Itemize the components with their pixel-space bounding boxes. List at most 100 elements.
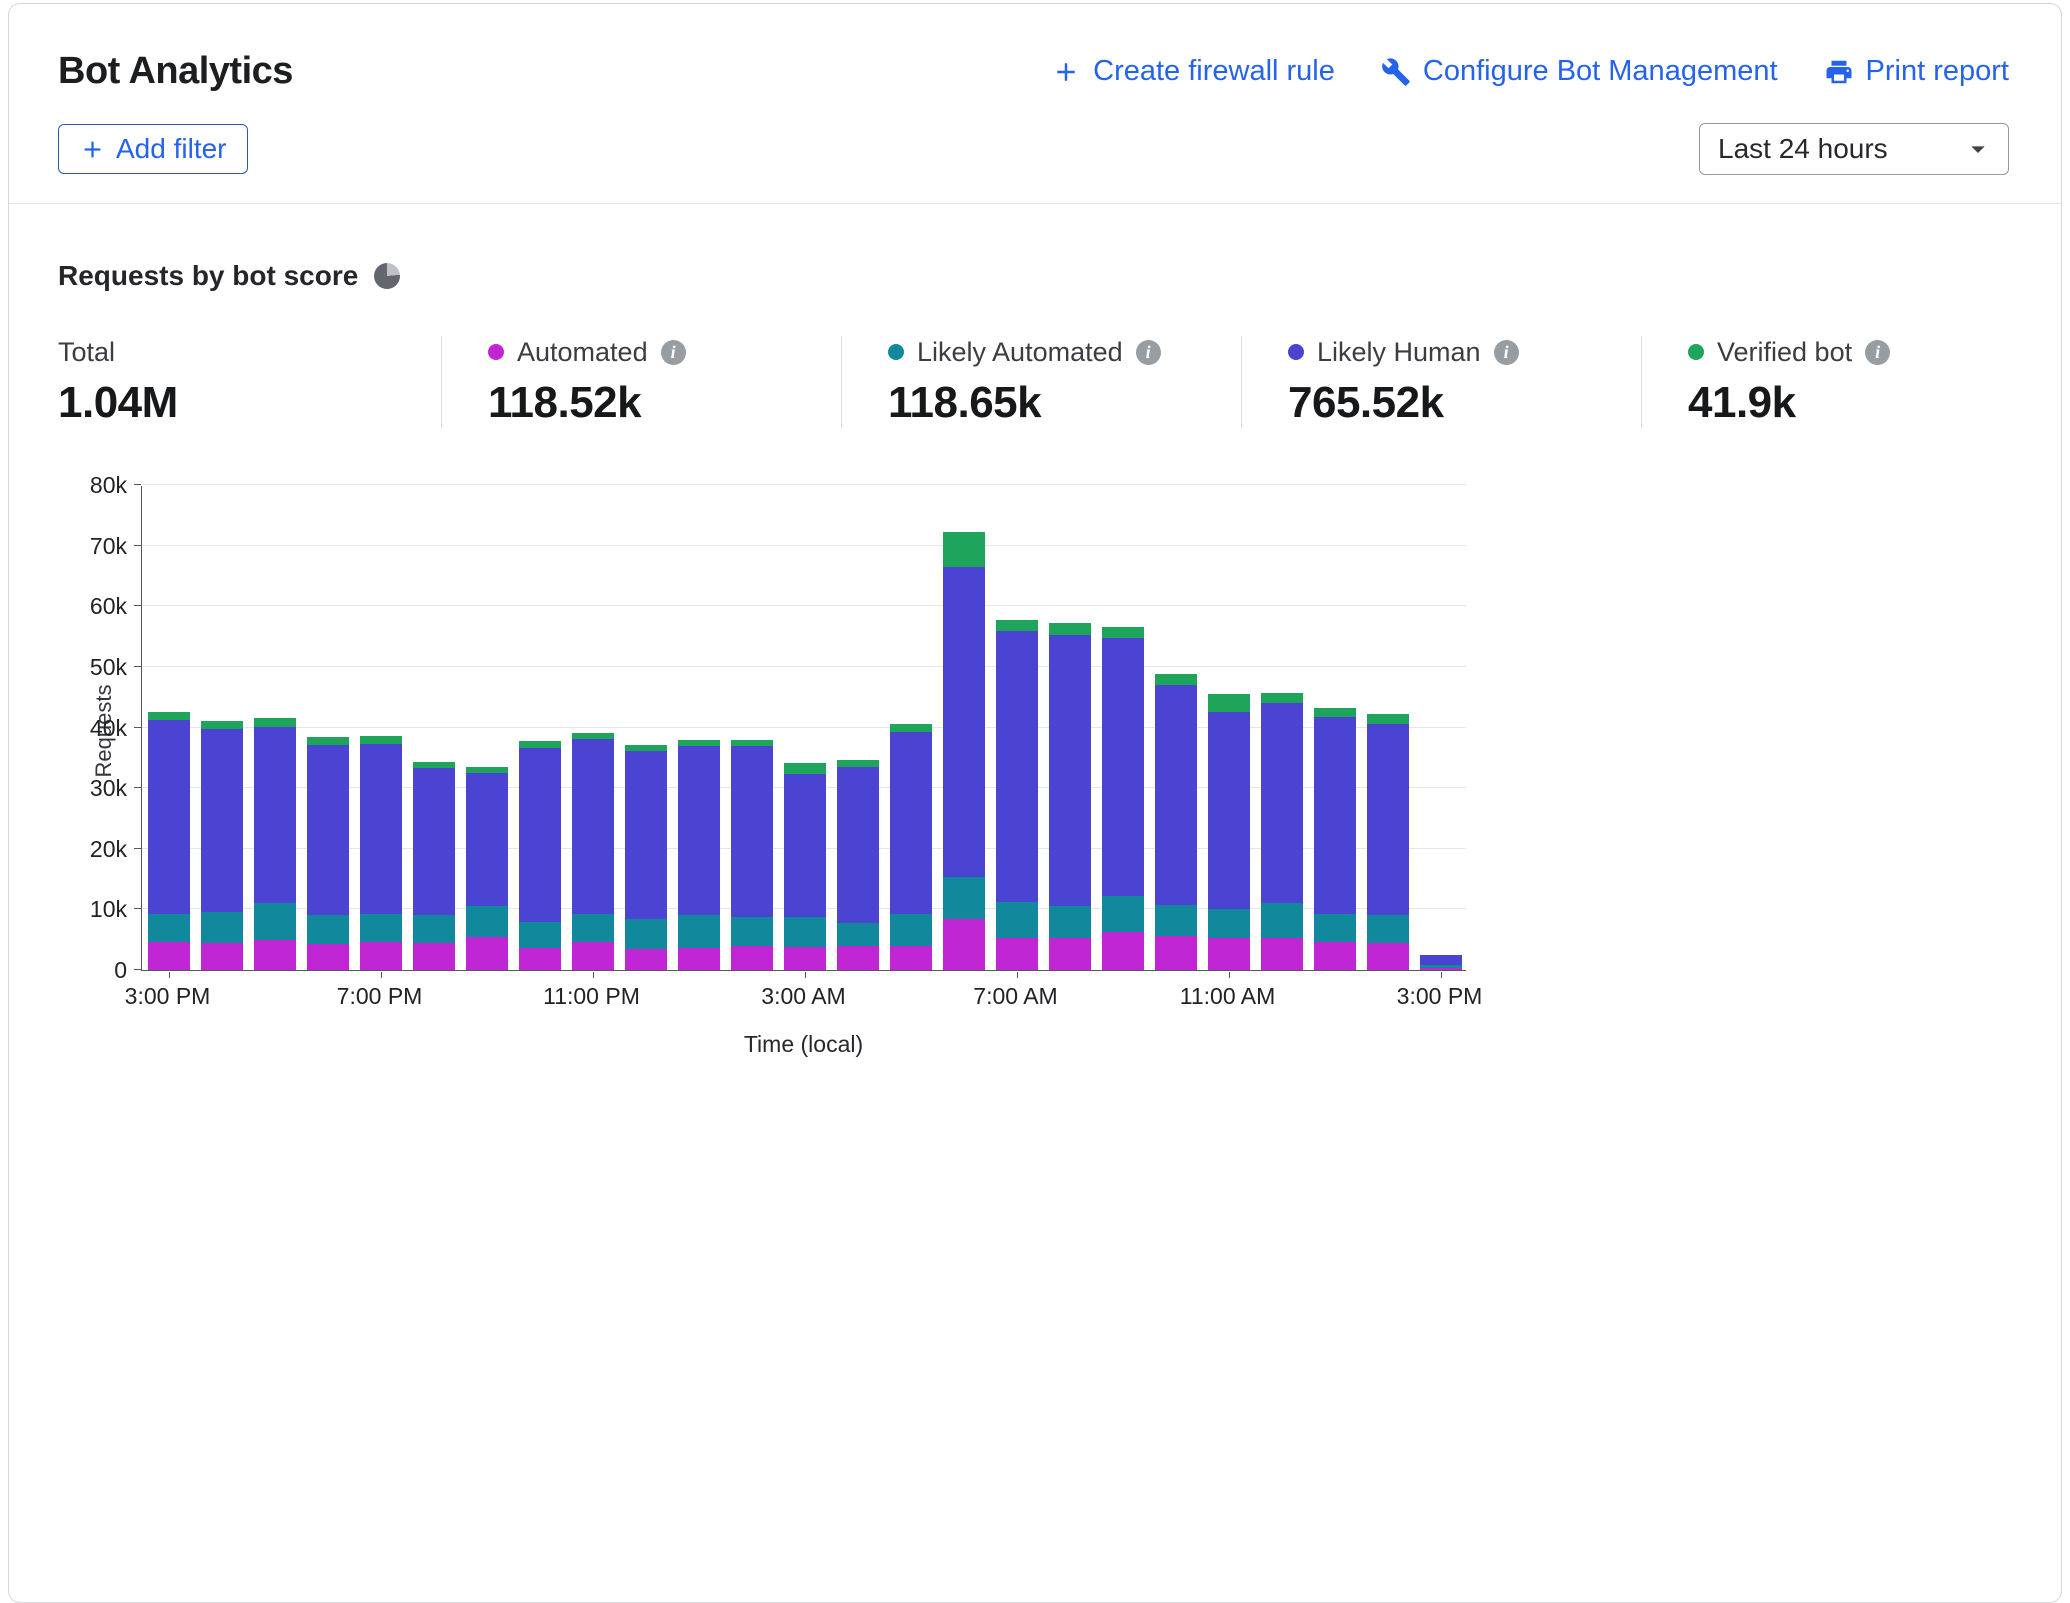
stacked-bar[interactable] (678, 740, 720, 970)
bar-segment-verified-bot[interactable] (148, 712, 190, 720)
bar-segment-verified-bot[interactable] (201, 721, 243, 729)
configure-bot-management-link[interactable]: Configure Bot Management (1381, 55, 1778, 88)
info-icon[interactable] (661, 340, 686, 365)
bar-segment-likely-human[interactable] (996, 631, 1038, 902)
bar-segment-verified-bot[interactable] (837, 760, 879, 767)
bar-segment-likely-automated[interactable] (1367, 915, 1409, 942)
bar-segment-likely-automated[interactable] (466, 906, 508, 938)
bar-segment-likely-human[interactable] (519, 748, 561, 922)
bar-segment-likely-human[interactable] (1420, 955, 1462, 965)
stacked-bar[interactable] (466, 767, 508, 970)
bar-segment-automated[interactable] (148, 942, 190, 970)
bar-segment-likely-human[interactable] (678, 746, 720, 916)
bar-segment-automated[interactable] (466, 937, 508, 970)
bar-segment-likely-human[interactable] (1261, 703, 1303, 903)
bar-segment-likely-automated[interactable] (519, 922, 561, 948)
bar-segment-automated[interactable] (572, 942, 614, 970)
bar-segment-likely-human[interactable] (1102, 638, 1144, 896)
bar-segment-likely-automated[interactable] (1261, 903, 1303, 938)
bar-segment-verified-bot[interactable] (1367, 714, 1409, 725)
bar-segment-likely-automated[interactable] (572, 914, 614, 942)
bar-segment-likely-automated[interactable] (1208, 909, 1250, 937)
stacked-bar[interactable] (519, 741, 561, 970)
bar-segment-likely-human[interactable] (837, 767, 879, 923)
stacked-bar[interactable] (1049, 623, 1091, 970)
bar-segment-verified-bot[interactable] (1261, 693, 1303, 703)
bar-segment-likely-human[interactable] (254, 727, 296, 903)
bar-segment-likely-automated[interactable] (413, 915, 455, 942)
bar-segment-verified-bot[interactable] (943, 532, 985, 567)
bar-segment-automated[interactable] (201, 943, 243, 970)
bar-segment-likely-automated[interactable] (1314, 914, 1356, 942)
bar-segment-likely-automated[interactable] (943, 877, 985, 919)
bar-segment-verified-bot[interactable] (254, 718, 296, 727)
bar-segment-likely-human[interactable] (1367, 724, 1409, 915)
bar-segment-automated[interactable] (1314, 942, 1356, 970)
bar-segment-automated[interactable] (254, 940, 296, 970)
bar-segment-automated[interactable] (837, 946, 879, 970)
bar-segment-likely-human[interactable] (466, 773, 508, 906)
bar-segment-likely-automated[interactable] (201, 912, 243, 942)
bar-segment-automated[interactable] (996, 938, 1038, 970)
bar-segment-likely-human[interactable] (572, 739, 614, 914)
info-icon[interactable] (1494, 340, 1519, 365)
stacked-bar[interactable] (890, 724, 932, 970)
stacked-bar[interactable] (1420, 955, 1462, 970)
bar-segment-likely-automated[interactable] (1102, 896, 1144, 932)
bar-segment-automated[interactable] (413, 943, 455, 970)
stacked-bar[interactable] (1155, 674, 1197, 970)
bar-segment-automated[interactable] (943, 919, 985, 970)
bar-segment-likely-automated[interactable] (731, 917, 773, 945)
bar-segment-likely-human[interactable] (890, 732, 932, 914)
bar-segment-automated[interactable] (1049, 938, 1091, 970)
bar-segment-likely-human[interactable] (731, 746, 773, 918)
bar-segment-verified-bot[interactable] (996, 620, 1038, 631)
bar-segment-verified-bot[interactable] (1208, 694, 1250, 712)
stacked-bar[interactable] (837, 760, 879, 970)
stacked-bar[interactable] (943, 532, 985, 970)
stacked-bar[interactable] (413, 762, 455, 970)
bar-segment-verified-bot[interactable] (1155, 674, 1197, 685)
bar-segment-automated[interactable] (1102, 932, 1144, 970)
stacked-bar[interactable] (1208, 694, 1250, 970)
time-range-select[interactable]: Last 24 hours (1699, 123, 2009, 175)
stacked-bar[interactable] (360, 736, 402, 970)
bar-segment-verified-bot[interactable] (1049, 623, 1091, 635)
bar-segment-likely-automated[interactable] (360, 914, 402, 942)
bar-segment-verified-bot[interactable] (1102, 627, 1144, 638)
bar-segment-likely-automated[interactable] (254, 903, 296, 939)
bar-segment-verified-bot[interactable] (307, 737, 349, 745)
stacked-bar[interactable] (1367, 714, 1409, 970)
stacked-bar[interactable] (307, 737, 349, 970)
stacked-bar[interactable] (148, 712, 190, 970)
bar-segment-likely-automated[interactable] (678, 915, 720, 947)
bar-segment-likely-automated[interactable] (890, 914, 932, 946)
print-report-link[interactable]: Print report (1824, 55, 2009, 88)
bar-segment-likely-human[interactable] (201, 729, 243, 912)
bar-segment-automated[interactable] (784, 947, 826, 970)
bar-segment-likely-human[interactable] (360, 744, 402, 914)
bar-segment-automated[interactable] (1261, 938, 1303, 970)
bar-segment-likely-human[interactable] (413, 768, 455, 915)
bar-segment-likely-human[interactable] (148, 720, 190, 913)
bar-segment-automated[interactable] (1208, 938, 1250, 970)
stacked-bar[interactable] (572, 733, 614, 970)
bar-segment-likely-human[interactable] (307, 745, 349, 915)
info-icon[interactable] (1865, 340, 1890, 365)
info-icon[interactable] (1136, 340, 1161, 365)
create-firewall-rule-link[interactable]: Create firewall rule (1051, 55, 1335, 88)
bar-segment-likely-human[interactable] (943, 567, 985, 877)
bar-segment-automated[interactable] (360, 942, 402, 970)
bar-segment-verified-bot[interactable] (519, 741, 561, 748)
stacked-bar[interactable] (1314, 708, 1356, 970)
bar-segment-likely-human[interactable] (1049, 635, 1091, 907)
bar-segment-automated[interactable] (678, 948, 720, 970)
stacked-bar[interactable] (731, 740, 773, 970)
bar-segment-likely-automated[interactable] (784, 917, 826, 947)
bar-segment-verified-bot[interactable] (890, 724, 932, 732)
stacked-bar[interactable] (1102, 627, 1144, 970)
bar-segment-likely-human[interactable] (1208, 712, 1250, 909)
stacked-bar[interactable] (625, 745, 667, 971)
bar-segment-likely-automated[interactable] (837, 923, 879, 945)
bar-segment-automated[interactable] (1420, 968, 1462, 970)
